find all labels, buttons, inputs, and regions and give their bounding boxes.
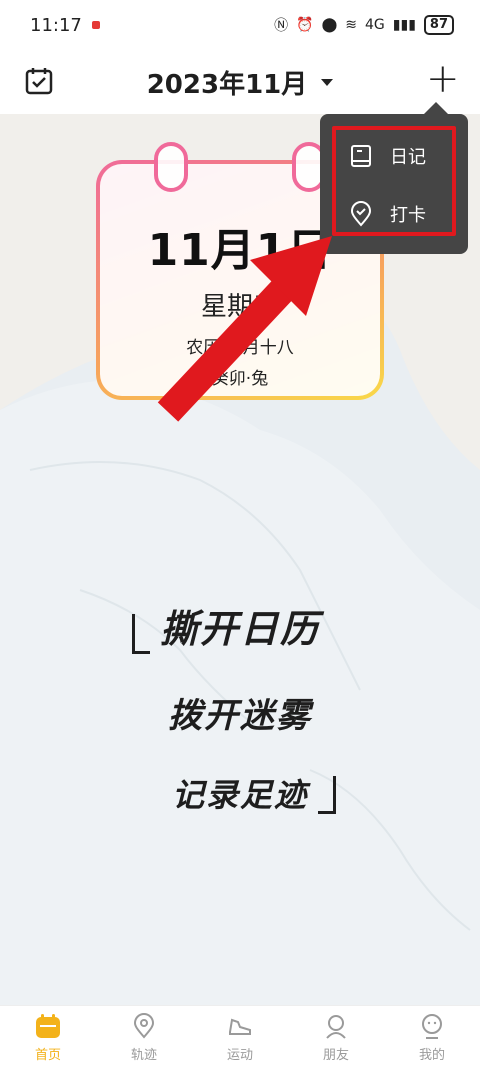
chevron-down-icon (321, 78, 334, 86)
signal-label: 4G (365, 17, 385, 33)
signal-icon: ▮▮▮ (392, 17, 416, 33)
nav-label: 运动 (226, 1047, 253, 1063)
nav-label: 首页 (34, 1047, 61, 1063)
nav-item-profile[interactable]: 我的 (392, 1012, 472, 1063)
wifi-icon: ≋ (345, 17, 358, 33)
page-title: 2023年11月 (146, 69, 308, 100)
profile-icon (422, 1013, 442, 1039)
nav-item-home[interactable]: 首页 (8, 1012, 88, 1063)
slogan-line-3: 记录足迹 (171, 776, 308, 814)
alarm-icon: ⏰ (296, 17, 314, 33)
nav-item-friends[interactable]: 朋友 (296, 1012, 376, 1063)
nav-label: 我的 (418, 1047, 445, 1063)
calendar-check-icon[interactable] (24, 66, 54, 96)
annotation-arrow-icon (157, 236, 332, 422)
location-check-icon (350, 201, 372, 227)
friends-icon (326, 1014, 346, 1039)
card-ring-left (154, 142, 188, 192)
menu-item-diary[interactable]: 日记 (348, 136, 458, 176)
battery-level: 87 (429, 17, 448, 32)
nav-label: 轨迹 (130, 1047, 157, 1063)
nav-label: 朋友 (322, 1047, 349, 1063)
calendar-icon (36, 1013, 60, 1038)
status-bar: 11:17 Ⓝ ⏰ ⬤ ≋ 4G ▮▮▮ 87 (0, 0, 480, 50)
bottom-nav: 首页 轨迹 运动 朋友 我的 (0, 1005, 480, 1068)
status-right: Ⓝ ⏰ ⬤ ≋ 4G ▮▮▮ 87 (274, 15, 454, 35)
slogan-line-2: 拨开迷雾 (168, 696, 312, 736)
menu-item-label: 打卡 (390, 205, 426, 226)
nav-item-track[interactable]: 轨迹 (104, 1012, 184, 1063)
menu-item-label: 日记 (390, 147, 426, 168)
nfc-icon: Ⓝ (274, 18, 289, 34)
plus-icon[interactable]: + (426, 59, 460, 99)
status-time: 11:17 (30, 14, 82, 36)
map-pin-icon (133, 1012, 155, 1039)
bracket-right (318, 776, 336, 814)
notification-icon (91, 21, 100, 29)
month-selector[interactable]: 2023年11月 (147, 64, 334, 101)
battery-icon: 87 (423, 15, 454, 35)
slogan-line-1: 撕开日历 (159, 607, 320, 651)
menu-item-checkin[interactable]: 打卡 (348, 194, 458, 234)
location-icon: ⬤ (321, 17, 338, 33)
nav-item-sport[interactable]: 运动 (200, 1012, 280, 1063)
header: 2023年11月 + (0, 50, 480, 114)
status-left: 11:17 (30, 15, 100, 36)
shoe-icon (229, 1018, 251, 1035)
book-icon (351, 145, 371, 167)
